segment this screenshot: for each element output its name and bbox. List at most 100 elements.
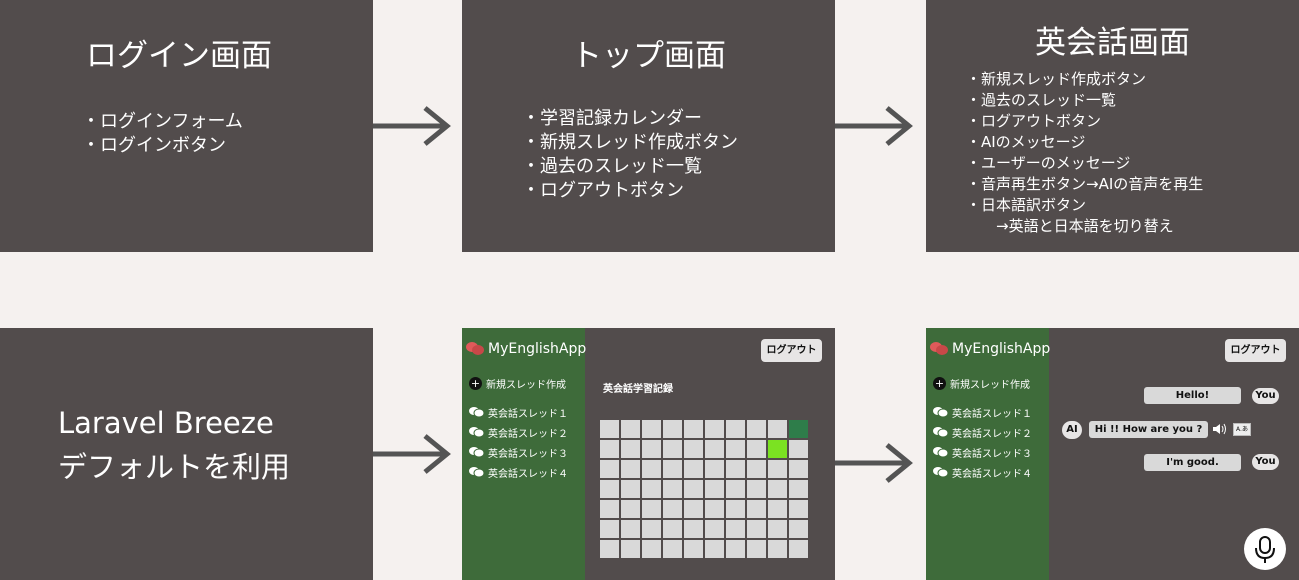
calendar-day-cell bbox=[726, 440, 745, 458]
calendar-day-cell bbox=[621, 520, 640, 538]
list-item: ・過去のスレッド一覧 bbox=[966, 91, 1117, 109]
calendar-day-cell bbox=[705, 500, 724, 518]
calendar-day-cell bbox=[684, 460, 703, 478]
thread-item[interactable]: 英会話スレッド３ bbox=[469, 442, 568, 462]
calendar-day-cell bbox=[726, 480, 745, 498]
calendar-day-cell bbox=[768, 420, 787, 438]
list-item: ・AIのメッセージ bbox=[966, 133, 1086, 151]
calendar-day-cell bbox=[684, 440, 703, 458]
calendar-day-cell bbox=[747, 420, 766, 438]
calendar-day-cell bbox=[726, 420, 745, 438]
microphone-button[interactable] bbox=[1244, 528, 1286, 570]
new-thread-button[interactable]: + 新規スレッド作成 bbox=[469, 376, 566, 391]
calendar-day-cell bbox=[726, 460, 745, 478]
thread-item[interactable]: 英会話スレッド４ bbox=[469, 462, 568, 482]
calendar-day-cell bbox=[621, 480, 640, 498]
translate-button[interactable]: A.あ bbox=[1233, 423, 1251, 436]
app-brand: MyEnglishApp bbox=[930, 341, 1050, 357]
calendar-day-cell bbox=[684, 540, 703, 558]
calendar-day-cell bbox=[684, 520, 703, 538]
ai-message: Hi !! How are you ? bbox=[1089, 421, 1208, 438]
app-name: MyEnglishApp bbox=[488, 341, 587, 357]
calendar-day-cell bbox=[621, 540, 640, 558]
calendar-day-cell bbox=[705, 520, 724, 538]
calendar-day-cell bbox=[768, 540, 787, 558]
list-item: ・ログアウトボタン bbox=[966, 112, 1102, 130]
thread-label: 英会話スレッド３ bbox=[952, 448, 1032, 460]
breeze-panel: Laravel Breeze デフォルトを利用 bbox=[0, 328, 373, 580]
calendar-day-cell bbox=[642, 500, 661, 518]
thread-list: 英会話スレッド１ 英会話スレッド２ 英会話スレッド３ 英会話スレッド４ bbox=[469, 402, 568, 482]
calendar-day-cell bbox=[621, 500, 640, 518]
calendar-day-cell bbox=[726, 500, 745, 518]
thread-label: 英会話スレッド４ bbox=[952, 468, 1032, 480]
logout-button[interactable]: ログアウト bbox=[1225, 339, 1286, 362]
thread-item[interactable]: 英会話スレッド１ bbox=[933, 402, 1032, 422]
calendar-day-cell bbox=[684, 480, 703, 498]
thread-item[interactable]: 英会話スレッド３ bbox=[933, 442, 1032, 462]
thread-item[interactable]: 英会話スレッド２ bbox=[469, 422, 568, 442]
chat-bubbles-icon bbox=[933, 467, 948, 478]
chat-bubbles-icon bbox=[469, 467, 484, 478]
calendar-day-cell bbox=[768, 520, 787, 538]
thread-label: 英会話スレッド４ bbox=[488, 468, 568, 480]
calendar-day-cell bbox=[600, 520, 619, 538]
calendar-day-cell bbox=[747, 540, 766, 558]
user-label: You bbox=[1252, 388, 1279, 404]
list-item: ・音声再生ボタン→AIの音声を再生 bbox=[966, 175, 1204, 193]
thread-item[interactable]: 英会話スレッド２ bbox=[933, 422, 1032, 442]
arrow-top-to-conversation bbox=[835, 106, 913, 146]
list-item: ・新規スレッド作成ボタン bbox=[522, 132, 738, 153]
calendar-day-cell bbox=[705, 540, 724, 558]
calendar-day-cell bbox=[663, 480, 682, 498]
calendar-day-cell bbox=[705, 480, 724, 498]
calendar-day-cell bbox=[621, 420, 640, 438]
calendar-day-cell bbox=[768, 440, 787, 458]
thread-item[interactable]: 英会話スレッド４ bbox=[933, 462, 1032, 482]
arrow-breeze-to-top-mockup bbox=[373, 434, 451, 474]
thread-label: 英会話スレッド２ bbox=[488, 428, 568, 440]
calendar-day-cell bbox=[684, 420, 703, 438]
thread-item[interactable]: 英会話スレッド１ bbox=[469, 402, 568, 422]
thread-label: 英会話スレッド３ bbox=[488, 448, 568, 460]
calendar-day-cell bbox=[621, 440, 640, 458]
list-item: ・ログアウトボタン bbox=[522, 180, 684, 201]
calendar-day-cell bbox=[747, 440, 766, 458]
calendar-day-cell bbox=[600, 540, 619, 558]
thread-label: 英会話スレッド２ bbox=[952, 428, 1032, 440]
list-item: ・日本語訳ボタン bbox=[966, 196, 1087, 214]
calendar-day-cell bbox=[768, 500, 787, 518]
calendar-day-cell bbox=[600, 480, 619, 498]
calendar-day-cell bbox=[747, 460, 766, 478]
calendar-day-cell bbox=[747, 500, 766, 518]
ai-label: AI bbox=[1062, 421, 1082, 439]
chat-logo-icon bbox=[466, 342, 484, 355]
new-thread-label: 新規スレッド作成 bbox=[486, 380, 566, 391]
conversation-screen-panel: 英会話画面 ・新規スレッド作成ボタン ・過去のスレッド一覧 ・ログアウトボタン … bbox=[926, 0, 1299, 252]
calendar-day-cell bbox=[663, 420, 682, 438]
calendar-day-cell bbox=[663, 500, 682, 518]
user-label: You bbox=[1252, 454, 1279, 470]
list-item: ・新規スレッド作成ボタン bbox=[966, 70, 1147, 88]
calendar-day-cell bbox=[642, 460, 661, 478]
chat-bubbles-icon bbox=[469, 407, 484, 418]
list-item: ・学習記録カレンダー bbox=[522, 108, 702, 129]
calendar-day-cell bbox=[642, 480, 661, 498]
arrow-top-mockup-to-conversation-mockup bbox=[835, 443, 913, 483]
new-thread-button[interactable]: + 新規スレッド作成 bbox=[933, 376, 1030, 391]
list-item: ・ユーザーのメッセージ bbox=[966, 154, 1131, 172]
calendar-day-cell bbox=[726, 520, 745, 538]
calendar-day-cell bbox=[663, 520, 682, 538]
app-name: MyEnglishApp bbox=[952, 341, 1051, 357]
plus-icon: + bbox=[933, 377, 946, 390]
calendar-day-cell bbox=[642, 540, 661, 558]
calendar-day-cell bbox=[684, 500, 703, 518]
calendar-day-cell bbox=[789, 440, 808, 458]
calendar-day-cell bbox=[642, 420, 661, 438]
thread-label: 英会話スレッド１ bbox=[952, 408, 1032, 420]
speaker-icon[interactable] bbox=[1212, 423, 1229, 435]
login-screen-items: ・ログインフォーム ・ログインボタン bbox=[82, 110, 243, 158]
logout-button[interactable]: ログアウト bbox=[761, 339, 822, 362]
chat-bubbles-icon bbox=[933, 427, 948, 438]
top-screen-title: トップ画面 bbox=[571, 38, 726, 74]
